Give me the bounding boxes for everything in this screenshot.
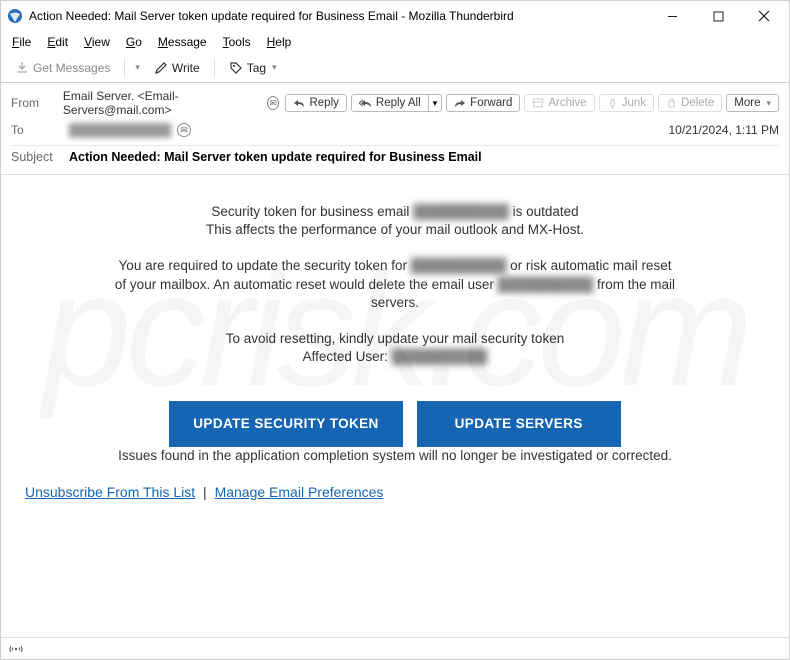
message-date: 10/21/2024, 1:11 PM xyxy=(668,123,779,137)
more-label: More xyxy=(734,97,760,109)
unsubscribe-link[interactable]: Unsubscribe From This List xyxy=(25,484,195,500)
redacted-email: ██████████ xyxy=(392,348,488,366)
message-body: Security token for business email ██████… xyxy=(1,175,789,502)
update-servers-button[interactable]: UPDATE SERVERS xyxy=(417,401,621,447)
to-value: ████████████ xyxy=(69,123,171,137)
update-security-token-button[interactable]: UPDATE SECURITY TOKEN xyxy=(169,401,402,447)
get-messages-button[interactable]: Get Messages xyxy=(9,58,116,78)
write-button[interactable]: Write xyxy=(148,58,206,78)
links-separator: | xyxy=(199,484,211,500)
tag-button[interactable]: Tag ▾ xyxy=(223,58,283,78)
contact-icon[interactable]: ✉ xyxy=(177,123,191,137)
forward-icon xyxy=(454,98,466,108)
to-label: To xyxy=(11,123,63,137)
archive-label: Archive xyxy=(548,97,586,109)
menu-tools[interactable]: Tools xyxy=(216,33,258,51)
divider xyxy=(11,145,779,146)
reply-icon xyxy=(293,98,305,108)
body-paragraph-1: Security token for business email ██████… xyxy=(25,203,765,239)
status-indicator-icon[interactable] xyxy=(9,643,23,655)
maximize-button[interactable] xyxy=(695,1,741,31)
reply-button[interactable]: Reply xyxy=(285,94,346,112)
reply-all-label: Reply All xyxy=(376,97,421,109)
menu-edit[interactable]: Edit xyxy=(40,33,75,51)
statusbar xyxy=(1,637,789,659)
reply-all-split-button[interactable]: Reply All ▾ xyxy=(351,94,442,112)
chevron-down-icon[interactable]: ▾ xyxy=(135,62,140,73)
junk-button[interactable]: Junk xyxy=(599,94,654,112)
footer-links: Unsubscribe From This List | Manage Emai… xyxy=(25,483,765,502)
chevron-down-icon: ▾ xyxy=(272,62,277,73)
more-button[interactable]: More ▾ xyxy=(726,94,779,112)
action-buttons: UPDATE SECURITY TOKEN UPDATE SERVERS xyxy=(25,401,765,447)
footer-note: Issues found in the application completi… xyxy=(25,447,765,465)
forward-label: Forward xyxy=(470,97,512,109)
body-paragraph-2: You are required to update the security … xyxy=(25,257,765,312)
subject-label: Subject xyxy=(11,150,63,164)
titlebar: Action Needed: Mail Server token update … xyxy=(1,1,789,31)
minimize-button[interactable] xyxy=(649,1,695,31)
redacted-email: ██████████ xyxy=(411,257,507,275)
menu-message[interactable]: Message xyxy=(151,33,214,51)
from-label: From xyxy=(11,96,57,110)
download-icon xyxy=(15,61,29,75)
menu-help[interactable]: Help xyxy=(260,33,299,51)
chevron-down-icon: ▾ xyxy=(766,98,771,109)
menu-file[interactable]: File xyxy=(5,33,38,51)
chevron-down-icon[interactable]: ▾ xyxy=(429,94,443,112)
delete-button[interactable]: Delete xyxy=(658,94,722,112)
toolbar-separator xyxy=(214,59,215,77)
toolbar-separator xyxy=(124,59,125,77)
archive-icon xyxy=(532,98,544,108)
close-button[interactable] xyxy=(741,1,787,31)
thunderbird-icon xyxy=(7,8,23,24)
message-header: From Email Server. <Email-Servers@mail.c… xyxy=(1,83,789,175)
archive-button[interactable]: Archive xyxy=(524,94,594,112)
forward-button[interactable]: Forward xyxy=(446,94,520,112)
redacted-email: ██████████ xyxy=(498,276,594,294)
tag-label: Tag xyxy=(247,61,266,75)
menubar: File Edit View Go Message Tools Help xyxy=(1,31,789,53)
write-label: Write xyxy=(172,61,200,75)
window-title: Action Needed: Mail Server token update … xyxy=(29,9,649,23)
toolbar: Get Messages ▾ Write Tag ▾ xyxy=(1,53,789,83)
body-paragraph-3: To avoid resetting, kindly update your m… xyxy=(25,330,765,366)
subject-value: Action Needed: Mail Server token update … xyxy=(69,150,482,164)
contact-icon[interactable]: ✉ xyxy=(267,96,280,110)
from-value: Email Server. <Email-Servers@mail.com> xyxy=(63,89,261,117)
reply-label: Reply xyxy=(309,97,338,109)
menu-go[interactable]: Go xyxy=(119,33,149,51)
menu-view[interactable]: View xyxy=(77,33,117,51)
reply-all-icon xyxy=(359,98,372,108)
manage-preferences-link[interactable]: Manage Email Preferences xyxy=(215,484,384,500)
pencil-icon xyxy=(154,61,168,75)
redacted-email: ██████████ xyxy=(413,203,509,221)
tag-icon xyxy=(229,61,243,75)
trash-icon xyxy=(666,98,677,109)
flame-icon xyxy=(607,98,618,109)
get-messages-label: Get Messages xyxy=(33,61,110,75)
junk-label: Junk xyxy=(622,97,646,109)
delete-label: Delete xyxy=(681,97,714,109)
